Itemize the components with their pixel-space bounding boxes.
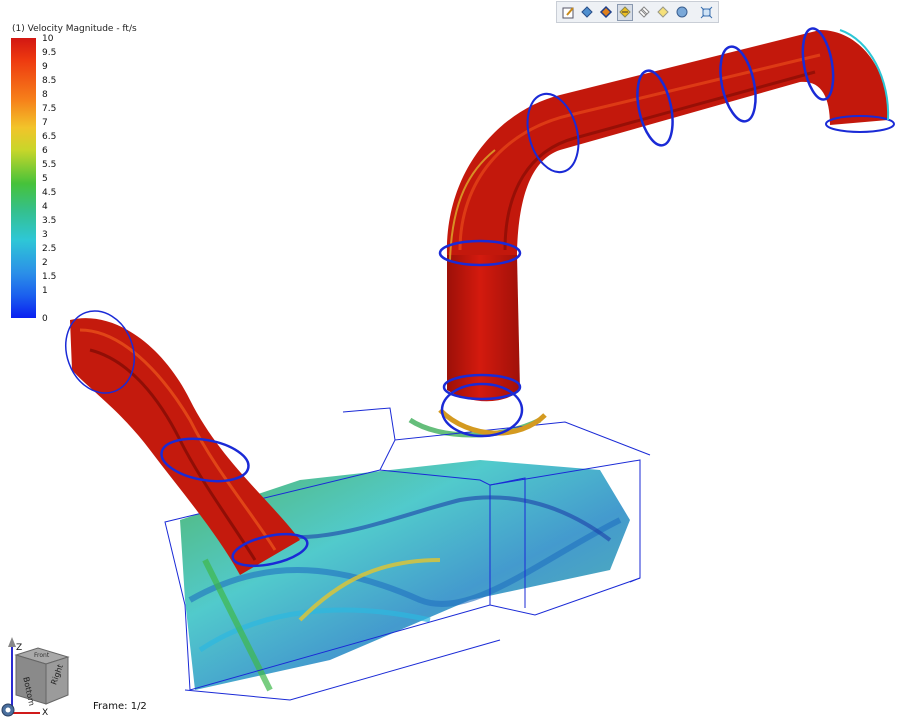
shaded-icon[interactable] <box>579 4 595 21</box>
legend-tick: 9.5 <box>42 48 57 58</box>
legend-tick: 9 <box>42 62 48 72</box>
legend-tick: 8.5 <box>42 76 57 86</box>
legend-tick: 2 <box>42 258 48 268</box>
fit-view-icon[interactable] <box>699 4 714 21</box>
home-view-icon[interactable] <box>1 702 15 717</box>
smooth-shaded-icon[interactable] <box>674 4 690 21</box>
legend-title: (1) Velocity Magnitude - ft/s <box>12 24 137 34</box>
shaded-edges-icon[interactable] <box>598 4 614 21</box>
transparent-icon[interactable] <box>655 4 671 21</box>
z-axis-label: Z <box>16 643 22 653</box>
legend-tick: 0 <box>42 314 48 324</box>
legend-tick: 1.5 <box>42 272 57 282</box>
display-toolbar <box>556 1 719 23</box>
viewcube-face-top[interactable]: Front <box>34 652 50 659</box>
flow-visualization <box>65 27 895 701</box>
3d-viewport[interactable]: (1) Velocity Magnitude - ft/s 10 9.5 9 8.5 8… <box>0 0 907 718</box>
legend-tick: 2.5 <box>42 244 57 254</box>
outlet-pipe <box>438 27 895 438</box>
legend-tick: 3 <box>42 230 48 240</box>
x-axis-label: X <box>42 708 48 717</box>
legend-tick: 10 <box>42 34 54 44</box>
wireframe-icon[interactable] <box>636 4 652 21</box>
legend-tick: 8 <box>42 90 48 100</box>
up-arrow-icon <box>8 637 16 647</box>
edit-icon[interactable] <box>561 4 576 21</box>
legend-tick: 3.5 <box>42 216 57 226</box>
legend-tick: 6.5 <box>42 132 57 142</box>
legend-tick: 6 <box>42 146 48 156</box>
legend-tick: 4 <box>42 202 48 212</box>
legend-tick: 7.5 <box>42 104 57 114</box>
frame-indicator: Frame: 1/2 <box>93 701 147 712</box>
legend-tick: 5.5 <box>42 160 57 170</box>
feature-lines-icon[interactable] <box>617 3 633 21</box>
legend-tick: 5 <box>42 174 48 184</box>
legend-tick: 1 <box>42 286 48 296</box>
color-scale-bar <box>11 38 36 318</box>
legend-tick: 7 <box>42 118 48 128</box>
legend-tick: 4.5 <box>42 188 57 198</box>
